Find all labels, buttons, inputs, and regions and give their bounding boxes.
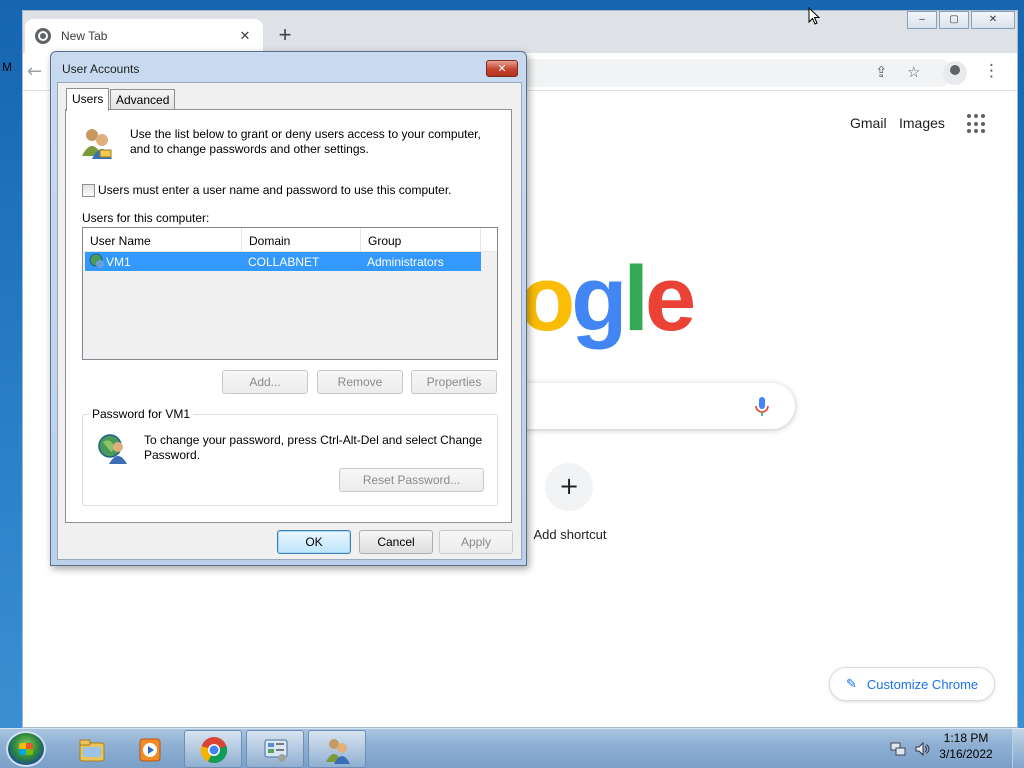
add-shortcut-label[interactable]: Add shortcut [528,527,612,542]
reset-password-button[interactable]: Reset Password... [339,468,484,492]
require-login-label[interactable]: Users must enter a user name and passwor… [98,183,452,198]
taskbar-control-panel[interactable] [246,730,304,768]
customize-chrome-label: Customize Chrome [866,676,979,692]
dialog-titlebar[interactable]: User Accounts ✕ [51,52,526,82]
add-shortcut-button[interactable]: + [545,463,593,511]
users-list[interactable]: User Name Domain Group VM1 COLLABNET Adm… [82,227,498,360]
maximize-button[interactable]: ▢ [939,11,969,29]
taskbar-user-accounts[interactable] [308,730,366,768]
column-group[interactable]: Group [361,228,481,252]
chrome-menu-icon[interactable]: ⋮ [983,61,1000,81]
logo-letter-l: l [623,248,648,350]
google-logo: ogle [519,253,696,345]
intro-text-line2: and to change passwords and other settin… [130,142,369,156]
remove-user-button[interactable]: Remove [317,370,403,394]
window-close-button[interactable]: ✕ [971,11,1015,29]
gmail-link[interactable]: Gmail [850,115,887,131]
google-apps-icon[interactable] [967,114,987,134]
customize-chrome-button[interactable]: ✎ Customize Chrome [829,667,995,701]
user-accounts-dialog: User Accounts ✕ Users Advanced Use the l… [50,51,527,566]
password-help-line1: To change your password, press Ctrl-Alt-… [144,433,483,447]
users-tab-panel: Use the list below to grant or deny user… [65,109,512,523]
users-icon [82,129,112,159]
tab-close-icon[interactable]: ✕ [237,29,253,44]
properties-button[interactable]: Properties [411,370,497,394]
user-globe-large-icon [98,434,127,464]
microphone-icon[interactable] [755,397,769,417]
cell-group: Administrators [367,255,444,269]
apply-button[interactable]: Apply [439,530,513,554]
window-controls: ‒ ▢ ✕ [905,11,1015,29]
profile-avatar-icon[interactable] [943,61,967,85]
dialog-close-button[interactable]: ✕ [486,60,518,77]
bookmark-star-icon[interactable]: ☆ [907,63,920,81]
add-user-button[interactable]: Add... [222,370,308,394]
mouse-pointer-icon [808,7,820,25]
logo-letter-e: e [644,248,696,350]
network-icon[interactable] [890,741,906,757]
tab-users[interactable]: Users [66,88,110,111]
logo-letter-g: g [571,248,627,350]
new-tab-button[interactable]: + [273,23,297,47]
table-row[interactable]: VM1 COLLABNET Administrators [85,252,481,271]
control-panel-icon [264,739,288,762]
taskbar: 1:18 PM 3/16/2022 [0,728,1024,768]
intro-text-line1: Use the list below to grant or deny user… [130,127,481,141]
taskbar-chrome[interactable] [184,730,242,768]
show-desktop-button[interactable] [1012,729,1024,768]
require-login-checkbox[interactable] [82,184,95,197]
pencil-icon: ✎ [846,676,857,691]
images-link[interactable]: Images [899,115,945,131]
password-group-title: Password for VM1 [89,407,194,422]
google-search-input[interactable] [493,383,795,429]
password-help-line2: Password. [144,448,201,462]
desktop-edge-letter: M [2,60,12,74]
start-button[interactable] [6,731,46,767]
dialog-title: User Accounts [62,62,140,76]
dialog-body: Users Advanced Use the list below to gra… [57,82,522,560]
chrome-favicon-icon [35,28,51,44]
cell-user-name: VM1 [106,255,131,269]
minimize-button[interactable]: ‒ [907,11,937,29]
column-user-name[interactable]: User Name [83,228,242,252]
tab-new-tab[interactable]: New Tab ✕ [25,19,263,53]
folder-icon [79,739,105,762]
users-for-computer-label: Users for this computer: [82,211,210,225]
user-globe-icon [89,253,104,268]
taskbar-media-player[interactable] [120,730,178,768]
users-list-header: User Name Domain Group [83,228,497,252]
volume-icon[interactable] [914,741,930,757]
share-icon[interactable]: ⇪ [875,63,888,81]
taskbar-explorer[interactable] [62,730,120,768]
password-groupbox: Password for VM1 To change your password… [82,407,498,506]
cell-domain: COLLABNET [248,255,320,269]
chrome-icon [200,737,228,764]
clock-date[interactable]: 3/16/2022 [934,747,998,761]
tab-title: New Tab [61,29,108,43]
clock-time[interactable]: 1:18 PM [934,731,998,745]
user-accounts-icon [326,739,350,764]
media-player-icon [139,738,161,762]
tab-advanced[interactable]: Advanced [110,89,176,110]
back-arrow-icon[interactable]: ← [27,61,42,82]
column-domain[interactable]: Domain [242,228,361,252]
cancel-button[interactable]: Cancel [359,530,433,554]
ok-button[interactable]: OK [277,530,351,554]
chrome-tabstrip: New Tab ✕ + ‒ ▢ ✕ [23,11,1017,53]
